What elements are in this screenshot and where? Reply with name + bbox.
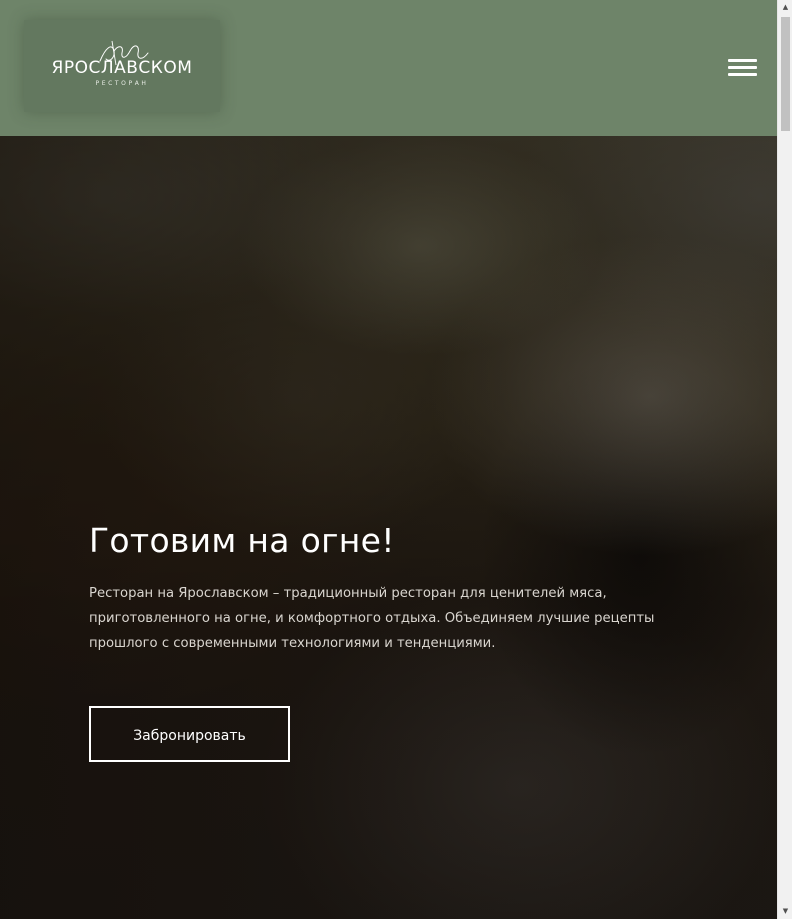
logo-name: ЯРОСЛАВСКОМ	[51, 58, 193, 78]
scroll-up-arrow-icon[interactable]: ▲	[778, 0, 792, 15]
site-header: ЯРОСЛАВСКОМ РЕСТОРАН	[0, 0, 777, 136]
site-logo[interactable]: ЯРОСЛАВСКОМ РЕСТОРАН	[24, 20, 220, 112]
vertical-scrollbar[interactable]: ▲ ▼	[777, 0, 792, 919]
book-table-button[interactable]: Забронировать	[89, 706, 290, 762]
viewport: ЯРОСЛАВСКОМ РЕСТОРАН Готовим на огне! Ре…	[0, 0, 777, 919]
hamburger-line	[728, 59, 757, 62]
scroll-down-arrow-icon[interactable]: ▼	[778, 904, 792, 919]
scrollbar-thumb[interactable]	[781, 17, 790, 131]
hamburger-line	[728, 73, 757, 76]
hamburger-menu-icon[interactable]	[728, 57, 758, 79]
logo-subtitle: РЕСТОРАН	[95, 80, 149, 87]
hero-description: Ресторан на Ярославском – традиционный р…	[89, 586, 655, 651]
hamburger-line	[728, 66, 757, 69]
page: ЯРОСЛАВСКОМ РЕСТОРАН Готовим на огне! Ре…	[0, 0, 792, 919]
hero-title: Готовим на огне!	[89, 521, 395, 560]
